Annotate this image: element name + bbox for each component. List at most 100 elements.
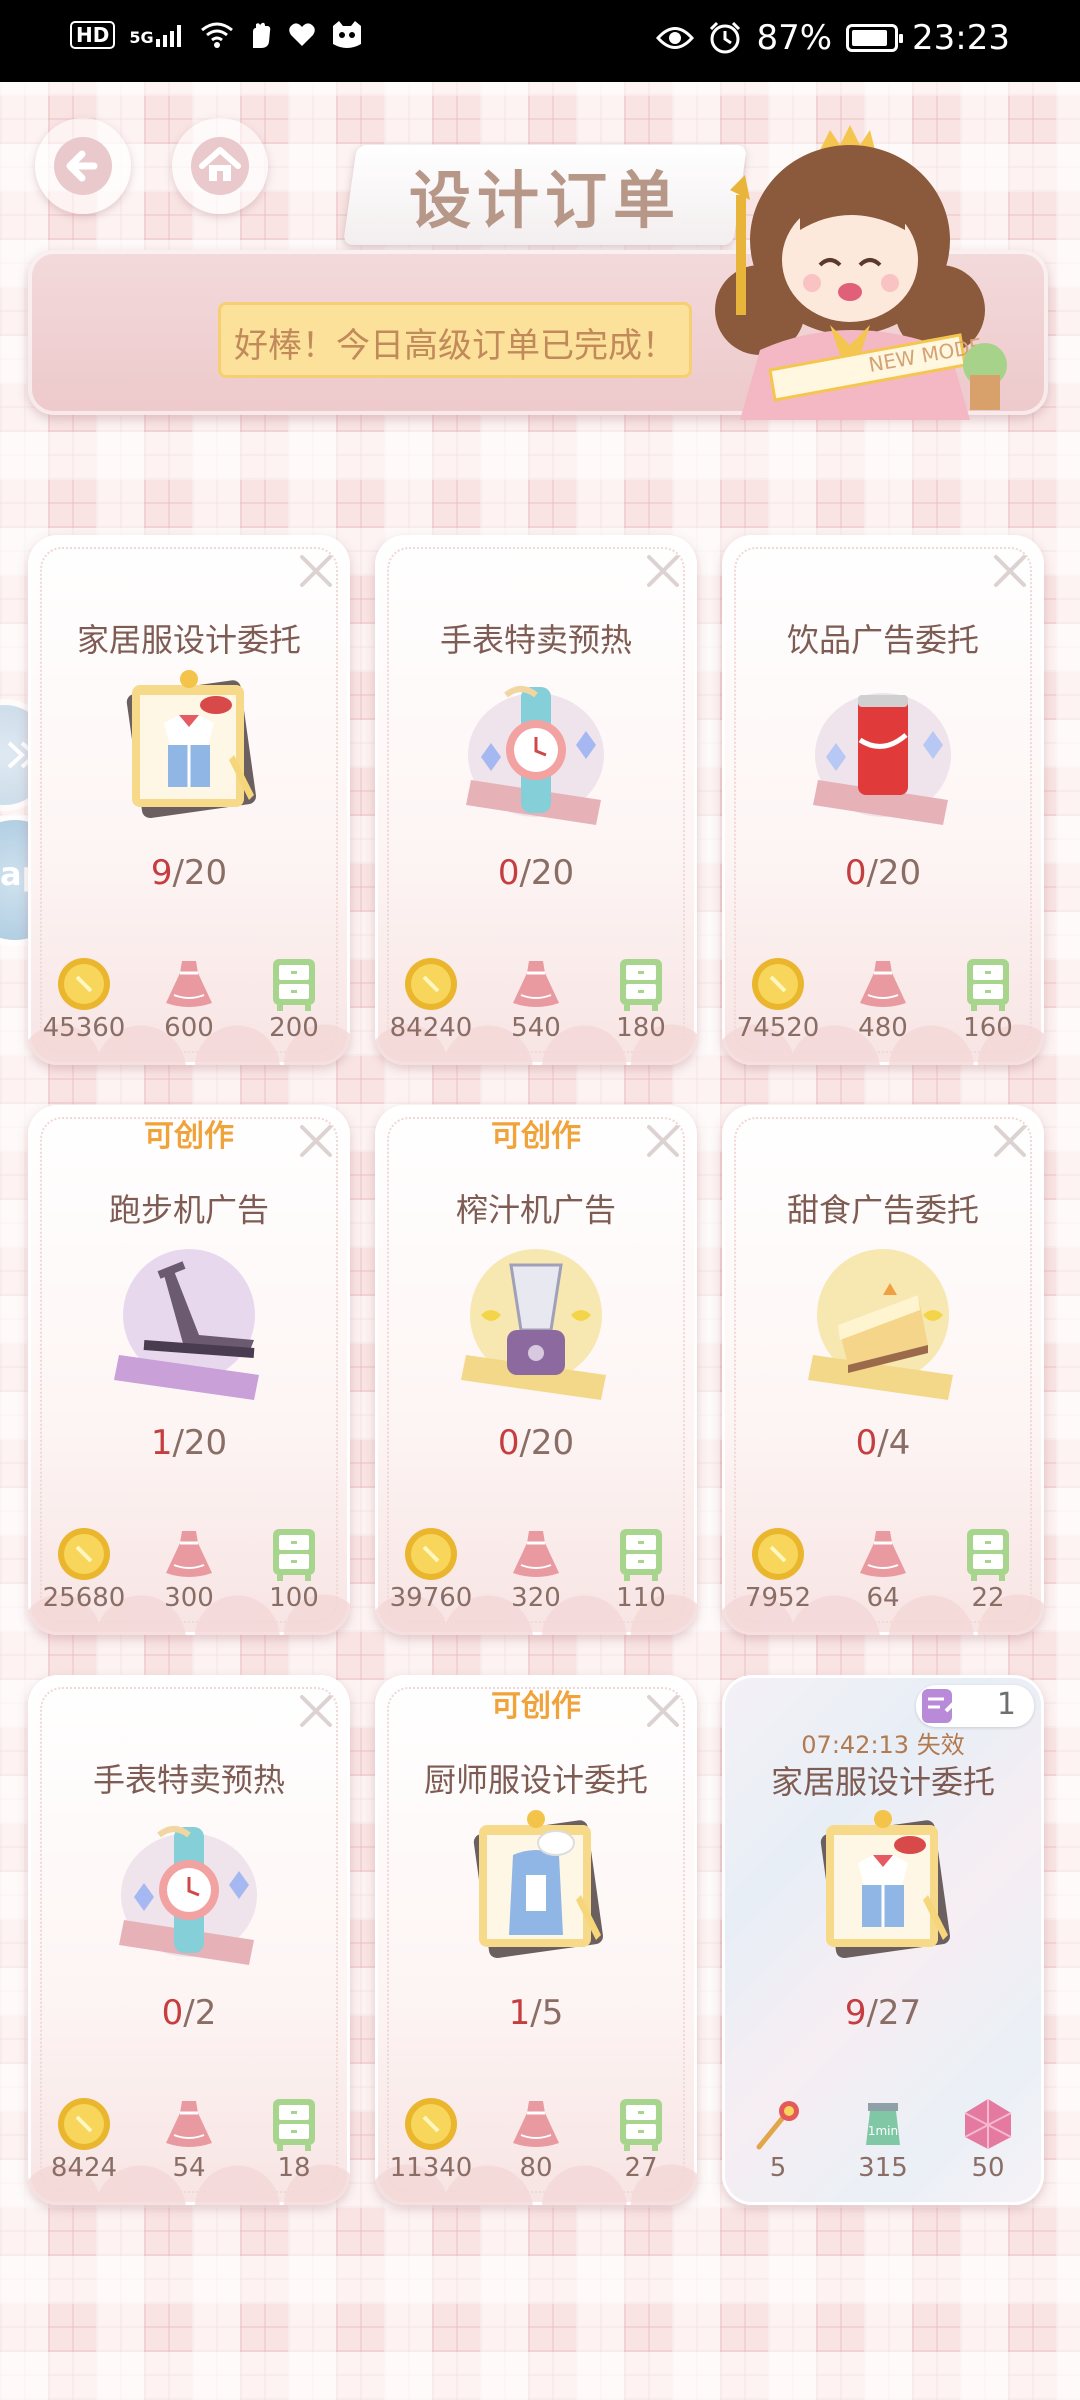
reward-value: 25680 — [42, 1583, 126, 1613]
reward-value: 315 — [858, 2153, 908, 2183]
close-icon[interactable] — [990, 1121, 1030, 1161]
wifi-icon — [200, 22, 233, 48]
close-icon[interactable] — [990, 551, 1030, 591]
order-title: 跑步机广告 — [108, 1191, 269, 1229]
reward-value: 110 — [616, 1583, 666, 1613]
reward-item: 1min 315 — [833, 2095, 933, 2183]
home-icon — [191, 137, 249, 195]
cabinet-icon — [620, 1529, 662, 1581]
order-progress: 0/20 — [375, 1423, 697, 1463]
coin-icon — [405, 1528, 457, 1580]
dress-icon — [166, 2101, 212, 2147]
reward-value: 600 — [164, 1013, 214, 1043]
reward-value: 45360 — [42, 1013, 126, 1043]
status-left-icons: HD 5G — [70, 20, 364, 50]
order-progress: 0/2 — [28, 1993, 350, 2033]
reward-value: 300 — [164, 1583, 214, 1613]
reward-item: 18 — [244, 2095, 344, 2183]
reward-value: 39760 — [389, 1583, 473, 1613]
order-title: 甜食广告委托 — [786, 1191, 979, 1229]
order-card[interactable]: 可创作 厨师服设计委托 1/5 11340 80 27 — [375, 1675, 697, 2205]
heart-icon — [288, 23, 315, 46]
progress-total: /20 — [172, 853, 228, 893]
reward-item: 320 — [486, 1525, 586, 1613]
reward-item: 8424 — [34, 2095, 134, 2183]
pajama-order-icon — [126, 670, 257, 819]
cabinet-icon — [273, 959, 315, 1011]
close-icon[interactable] — [296, 1691, 336, 1731]
order-progress: 1/20 — [28, 1423, 350, 1463]
progress-total: /20 — [519, 853, 575, 893]
reward-item: 480 — [833, 955, 933, 1043]
dress-icon — [513, 2101, 559, 2147]
back-button[interactable] — [35, 118, 131, 214]
battery-percent: 87% — [756, 18, 833, 58]
order-title: 榨汁机广告 — [455, 1191, 616, 1229]
progress-current: 9 — [150, 853, 173, 893]
watch-order-icon — [119, 1826, 257, 1965]
notice-text: 好棒！今日高级订单已完成！ — [234, 326, 676, 366]
order-progress: 9/27 — [722, 1993, 1044, 2033]
order-card[interactable]: 甜食广告委托 0/4 7952 64 22 — [722, 1105, 1044, 1635]
progress-total: /4 — [877, 1423, 911, 1463]
cake-order-icon — [808, 1249, 953, 1400]
dress-icon — [860, 961, 906, 1007]
progress-total: /5 — [530, 1993, 564, 2033]
reward-item: 39760 — [381, 1525, 481, 1613]
order-card[interactable]: 家居服设计委托 9/20 45360 600 200 — [28, 535, 350, 1065]
drink-order-icon — [813, 693, 951, 825]
hand-icon — [252, 22, 270, 48]
reward-value: 7952 — [744, 1583, 812, 1613]
reward-item: 84240 — [381, 955, 481, 1043]
creatable-tag: 可创作 — [144, 1119, 234, 1154]
reward-value: 22 — [971, 1583, 1005, 1613]
reward-value: 80 — [519, 2153, 553, 2183]
reward-item: 5 — [728, 2095, 828, 2183]
note-pen-icon — [922, 1689, 960, 1723]
dress-icon — [860, 1531, 906, 1577]
wand-key-icon — [756, 2101, 799, 2150]
cabinet-icon — [620, 959, 662, 1011]
reward-item: 100 — [244, 1525, 344, 1613]
order-count-badge: 1 — [916, 1685, 1034, 1727]
order-card[interactable]: 手表特卖预热 0/2 8424 54 18 — [28, 1675, 350, 2205]
coin-icon — [405, 958, 457, 1010]
cabinet-icon — [620, 2099, 662, 2151]
progress-total: /20 — [866, 853, 922, 893]
close-icon[interactable] — [643, 551, 683, 591]
progress-total: /20 — [519, 1423, 575, 1463]
juicer-order-icon — [461, 1249, 606, 1400]
order-card[interactable]: 可创作 榨汁机广告 0/20 39760 320 110 — [375, 1105, 697, 1635]
dress-icon — [513, 961, 559, 1007]
svg-text:1min: 1min — [868, 2124, 898, 2138]
treadmill-order-icon — [114, 1249, 259, 1400]
order-card[interactable]: 饮品广告委托 0/20 74520 480 160 — [722, 535, 1044, 1065]
reward-item: 7952 — [728, 1525, 828, 1613]
reward-row: 11340 80 27 — [375, 2095, 697, 2205]
badge-count: 1 — [996, 1687, 1016, 1722]
progress-current: 0 — [497, 1423, 520, 1463]
reward-item: 45360 — [34, 955, 134, 1043]
order-title: 饮品广告委托 — [786, 621, 979, 659]
reward-item: 11340 — [381, 2095, 481, 2183]
order-card[interactable]: 手表特卖预热 0/20 84240 540 180 — [375, 535, 697, 1065]
reward-row: 25680 300 100 — [28, 1525, 350, 1635]
reward-value: 180 — [616, 1013, 666, 1043]
status-bar: HD 5G 87% 23:23 — [0, 0, 1080, 82]
special-order-card[interactable]: 1 07:42:13 失效 家居服设计委托 9/27 5 1min 315 50 — [722, 1675, 1044, 2205]
reward-item: 180 — [591, 955, 691, 1043]
reward-item: 27 — [591, 2095, 691, 2183]
reward-item: 80 — [486, 2095, 586, 2183]
reward-value: 480 — [858, 1013, 908, 1043]
close-icon[interactable] — [296, 551, 336, 591]
creatable-tag: 可创作 — [491, 1689, 581, 1724]
progress-total: /2 — [183, 1993, 217, 2033]
dress-icon — [166, 961, 212, 1007]
order-title: 手表特卖预热 — [439, 621, 632, 659]
order-card[interactable]: 可创作跑步机广告 1/20 25680 300 100 — [28, 1105, 350, 1635]
reward-value: 18 — [277, 2153, 311, 2183]
home-button[interactable] — [172, 118, 268, 214]
battery-icon — [846, 24, 904, 52]
reward-value: 100 — [269, 1583, 319, 1613]
reward-row: 5 1min 315 50 — [722, 2095, 1044, 2205]
